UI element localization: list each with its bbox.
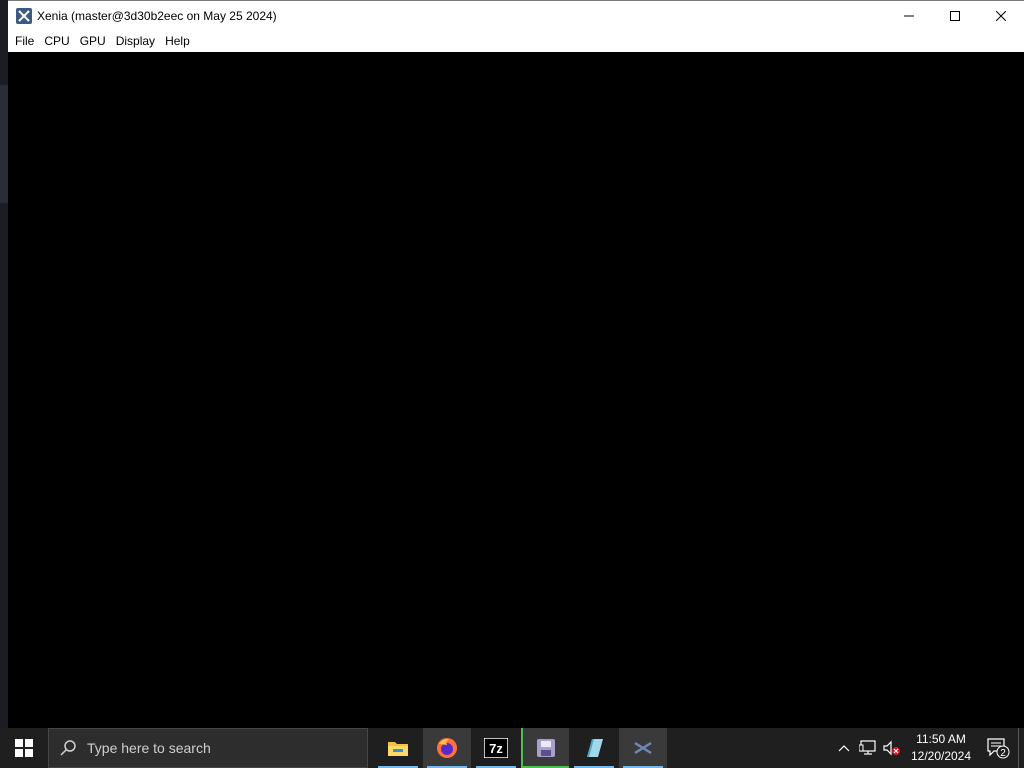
- taskbar: Type here to search 7z 11:50 AM 12/20/20…: [0, 728, 1024, 768]
- firefox-icon: [437, 738, 457, 758]
- xenia-window: Xenia (master@3d30b2eec on May 25 2024) …: [8, 0, 1024, 729]
- taskbar-app-file-explorer[interactable]: [374, 728, 422, 768]
- menu-cpu[interactable]: CPU: [39, 31, 74, 52]
- action-center-button[interactable]: 2: [978, 728, 1018, 768]
- taskbar-search-box[interactable]: Type here to search: [48, 728, 368, 768]
- show-hidden-icons-button[interactable]: [832, 728, 856, 768]
- taskbar-app-firefox[interactable]: [423, 728, 471, 768]
- taskbar-app-xenia[interactable]: [619, 728, 667, 768]
- floppy-app-icon: [537, 739, 555, 757]
- svg-text:7z: 7z: [489, 741, 503, 756]
- taskbar-app-7zip[interactable]: 7z: [472, 728, 520, 768]
- xenia-icon: [634, 741, 652, 755]
- title-bar[interactable]: Xenia (master@3d30b2eec on May 25 2024): [8, 1, 1024, 31]
- menu-bar: File CPU GPU Display Help: [8, 31, 1024, 52]
- 7zip-icon: 7z: [484, 738, 508, 758]
- clock-time: 11:50 AM: [916, 732, 966, 746]
- menu-display[interactable]: Display: [111, 31, 160, 52]
- start-button[interactable]: [0, 728, 48, 768]
- taskbar-app-notepad[interactable]: [570, 728, 618, 768]
- menu-help[interactable]: Help: [160, 31, 195, 52]
- window-title: Xenia (master@3d30b2eec on May 25 2024): [37, 9, 277, 23]
- notification-icon: 2: [987, 738, 1010, 759]
- windows-logo-icon: [15, 739, 33, 757]
- chevron-up-icon: [838, 745, 850, 752]
- notification-count: 2: [1000, 748, 1006, 759]
- network-button[interactable]: [856, 728, 880, 768]
- taskbar-app-floppy[interactable]: [521, 728, 569, 768]
- file-explorer-icon: [388, 742, 408, 756]
- xenia-logo-icon: [16, 8, 32, 24]
- minimize-button[interactable]: [886, 1, 932, 31]
- maximize-button[interactable]: [932, 1, 978, 31]
- taskbar-apps: 7z: [374, 728, 668, 768]
- minimize-icon: [904, 15, 914, 17]
- menu-file[interactable]: File: [10, 31, 39, 52]
- close-button[interactable]: [978, 1, 1024, 31]
- close-icon: [996, 11, 1006, 21]
- menu-gpu[interactable]: GPU: [75, 31, 111, 52]
- maximize-icon: [950, 11, 960, 21]
- desktop-background-segment: [0, 85, 8, 203]
- emulator-viewport[interactable]: [8, 52, 1024, 729]
- system-tray: 11:50 AM 12/20/2024 2: [832, 728, 1024, 768]
- window-controls: [886, 1, 1024, 31]
- network-icon: [859, 740, 876, 755]
- notepad-app-icon: [587, 739, 603, 757]
- desktop-background: [0, 0, 8, 728]
- show-desktop-button[interactable]: [1018, 728, 1024, 768]
- volume-button[interactable]: [880, 728, 904, 768]
- search-placeholder: Type here to search: [87, 740, 211, 756]
- clock-date: 12/20/2024: [910, 749, 972, 763]
- search-icon: [60, 740, 76, 756]
- taskbar-clock[interactable]: 11:50 AM 12/20/2024: [904, 731, 978, 765]
- volume-muted-icon: [883, 740, 900, 756]
